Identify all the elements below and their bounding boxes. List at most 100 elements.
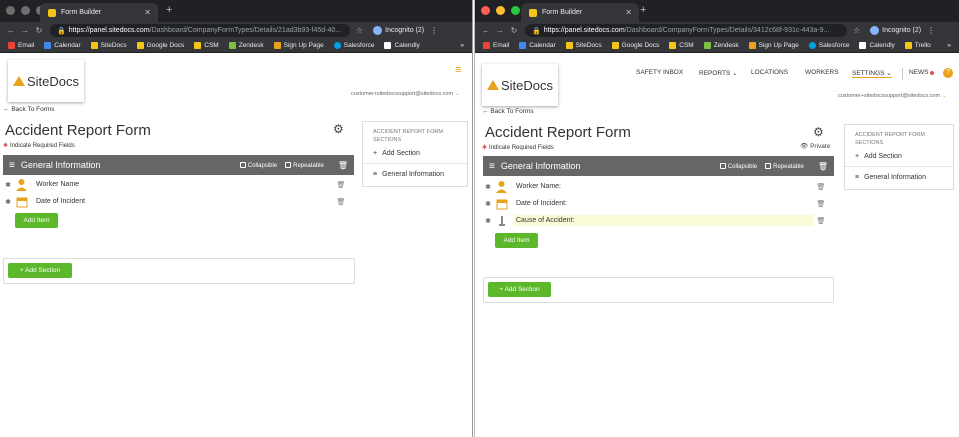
forward-arrow-icon[interactable]: →	[493, 26, 507, 35]
privacy-status[interactable]: 👁 Private	[800, 142, 830, 150]
maximize-window-icon[interactable]	[511, 6, 520, 15]
help-icon[interactable]: ?	[943, 68, 953, 78]
close-window-icon[interactable]	[481, 6, 490, 15]
panel-add-section[interactable]: + Add Section	[845, 149, 953, 163]
bookmarks-overflow-icon[interactable]: »	[947, 42, 951, 49]
close-tab-icon[interactable]: ✕	[625, 8, 632, 17]
form-item-row[interactable]: ✱ Cause of Accident: 🗑	[483, 212, 828, 229]
bookmark-calendar[interactable]: Calendar	[44, 42, 81, 49]
collapsible-checkbox[interactable]: Collapsible	[239, 161, 277, 169]
collapsible-checkbox[interactable]: Collapsible	[719, 162, 757, 170]
nav-workers[interactable]: WORKERS	[805, 69, 839, 76]
url-field[interactable]: 🔒 https://panel.sitedocs.com/Dashboard/C…	[525, 24, 847, 37]
sitedocs-logo[interactable]: SiteDocs	[8, 60, 84, 102]
add-item-button[interactable]: Add Item	[495, 233, 538, 248]
drag-handle-icon[interactable]: ✱	[3, 198, 13, 206]
bookmark-csm[interactable]: CSM	[669, 42, 694, 49]
gear-icon[interactable]: ⚙	[813, 125, 824, 139]
repeatable-checkbox[interactable]: Repeatable	[285, 161, 324, 169]
form-item-row[interactable]: ✱ Date of Incident 🗑	[3, 193, 348, 210]
bookmark-signup[interactable]: Sign Up Page	[273, 42, 324, 49]
back-to-forms-link[interactable]: ← Back To Forms	[3, 106, 55, 113]
drag-handle-icon[interactable]: ✱	[483, 217, 493, 225]
drag-handle-icon[interactable]: ✱	[3, 181, 13, 189]
browser-tab[interactable]: Form Builder ✕	[521, 3, 639, 22]
nav-safety-inbox[interactable]: SAFETY INBOX	[636, 69, 683, 76]
bookmark-sitedocs[interactable]: SiteDocs	[90, 42, 127, 49]
forward-arrow-icon[interactable]: →	[18, 26, 32, 35]
minimize-window-icon[interactable]	[496, 6, 505, 15]
delete-section-icon[interactable]: 🗑	[818, 162, 828, 171]
item-label[interactable]: Date of Incident	[34, 196, 334, 207]
form-item-row[interactable]: ✱ Date of Incident: 🗑	[483, 195, 828, 212]
url-field[interactable]: 🔒 https://panel.sitedocs.com/Dashboard/C…	[50, 24, 350, 37]
panel-section-item[interactable]: ≡ General Information	[363, 167, 467, 181]
bookmark-calendar[interactable]: Calendar	[519, 42, 556, 49]
bookmark-salesforce[interactable]: Salesforce	[333, 42, 374, 49]
delete-item-icon[interactable]: 🗑	[334, 198, 348, 206]
drag-handle-icon[interactable]: ✱	[483, 183, 493, 191]
sitedocs-triangle-icon	[12, 76, 25, 86]
item-label[interactable]: Date of Incident:	[514, 198, 814, 209]
item-label[interactable]: Worker Name	[34, 179, 334, 190]
delete-item-icon[interactable]: 🗑	[814, 217, 828, 225]
bookmark-email[interactable]: Email	[8, 42, 34, 49]
incognito-indicator[interactable]: Incognito (2)	[373, 26, 424, 35]
add-section-button[interactable]: + Add Section	[8, 263, 72, 278]
gear-icon[interactable]: ⚙	[333, 122, 344, 136]
close-tab-icon[interactable]: ✕	[144, 8, 151, 17]
reload-icon[interactable]: ↻	[32, 26, 46, 35]
bookmark-star-icon[interactable]: ☆	[853, 26, 860, 35]
nav-locations[interactable]: LOCATIONS	[751, 69, 788, 76]
bookmark-star-icon[interactable]: ☆	[356, 26, 363, 35]
delete-item-icon[interactable]: 🗑	[814, 183, 828, 191]
bookmark-sitedocs[interactable]: SiteDocs	[565, 42, 602, 49]
drag-menu-icon[interactable]: ≡	[9, 160, 15, 171]
back-to-forms-link[interactable]: ← Back To Forms	[482, 108, 534, 115]
nav-settings[interactable]: SETTINGS ⌄	[852, 69, 892, 78]
reload-icon[interactable]: ↻	[507, 26, 521, 35]
add-section-button[interactable]: + Add Section	[488, 282, 551, 297]
delete-item-icon[interactable]: 🗑	[334, 181, 348, 189]
incognito-indicator[interactable]: Incognito (2)	[870, 26, 921, 35]
back-arrow-icon[interactable]: ←	[479, 26, 493, 35]
nav-news[interactable]: NEWS	[909, 69, 934, 76]
bookmarks-overflow-icon[interactable]: »	[460, 42, 464, 49]
new-tab-icon[interactable]: +	[166, 4, 172, 16]
back-arrow-icon[interactable]: ←	[4, 26, 18, 35]
browser-menu-icon[interactable]: ⋮	[927, 26, 935, 35]
bookmark-email[interactable]: Email	[483, 42, 509, 49]
panel-add-section[interactable]: + Add Section	[363, 146, 467, 160]
nav-reports[interactable]: REPORTS ⌄	[699, 69, 738, 78]
hamburger-menu-icon[interactable]: ≡	[455, 64, 461, 76]
account-menu[interactable]: customer+sitedocssupport@sitedocs.com ⌄	[838, 93, 947, 99]
bookmark-salesforce[interactable]: Salesforce	[808, 42, 849, 49]
minimize-window-icon[interactable]	[21, 6, 30, 15]
account-menu[interactable]: customer+sitedocssupport@sitedocs.com ⌄	[351, 91, 460, 97]
panel-section-item[interactable]: ≡ General Information	[845, 170, 953, 184]
drag-handle-icon[interactable]: ✱	[483, 200, 493, 208]
bookmark-trello[interactable]: Trello	[904, 42, 931, 49]
repeatable-checkbox[interactable]: Repeatable	[765, 162, 804, 170]
new-tab-icon[interactable]: +	[640, 4, 646, 16]
bookmark-google-docs[interactable]: Google Docs	[611, 42, 659, 49]
browser-menu-icon[interactable]: ⋮	[430, 26, 438, 35]
sitedocs-logo[interactable]: SiteDocs	[482, 64, 558, 106]
bookmark-signup[interactable]: Sign Up Page	[748, 42, 799, 49]
bookmark-csm[interactable]: CSM	[194, 42, 219, 49]
browser-tab[interactable]: Form Builder ✕	[40, 3, 158, 22]
item-label-editing[interactable]: Cause of Accident:	[514, 215, 814, 226]
bookmark-zendesk[interactable]: Zendesk	[703, 42, 739, 49]
drag-menu-icon[interactable]: ≡	[489, 161, 495, 172]
bookmark-calendly[interactable]: Calendly	[384, 42, 420, 49]
bookmark-zendesk[interactable]: Zendesk	[228, 42, 264, 49]
close-window-icon[interactable]	[6, 6, 15, 15]
bookmark-google-docs[interactable]: Google Docs	[136, 42, 184, 49]
form-item-row[interactable]: ✱ Worker Name 🗑	[3, 176, 348, 193]
delete-item-icon[interactable]: 🗑	[814, 200, 828, 208]
form-item-row[interactable]: ✱ Worker Name: 🗑	[483, 178, 828, 195]
delete-section-icon[interactable]: 🗑	[338, 161, 348, 170]
bookmark-calendly[interactable]: Calendly	[859, 42, 895, 49]
add-item-button[interactable]: Add Item	[15, 213, 58, 228]
item-label[interactable]: Worker Name:	[514, 181, 814, 192]
